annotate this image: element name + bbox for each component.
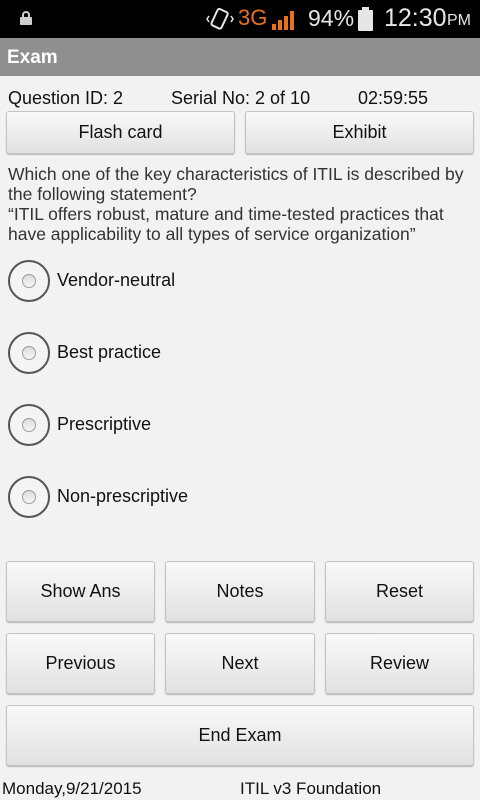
option-vendor-neutral[interactable]: Vendor-neutral [6, 259, 306, 303]
radio-button[interactable] [8, 332, 50, 374]
exhibit-button[interactable]: Exhibit [245, 111, 474, 154]
exam-timer: 02:59:55 [358, 88, 429, 108]
reset-button[interactable]: Reset [325, 561, 474, 622]
review-button[interactable]: Review [325, 633, 474, 694]
notes-button[interactable]: Notes [165, 561, 315, 622]
option-non-prescriptive[interactable]: Non-prescriptive [6, 475, 306, 519]
question-prompt: Which one of the key characteristics of … [8, 164, 464, 204]
option-label: Prescriptive [57, 414, 152, 434]
option-prescriptive[interactable]: Prescriptive [6, 403, 306, 447]
battery-icon [358, 7, 373, 31]
show-answer-button[interactable]: Show Ans [6, 561, 155, 622]
question-statement: “ITIL offers robust, mature and time-tes… [8, 204, 444, 244]
lock-icon [20, 11, 32, 25]
signal-icon [272, 11, 294, 30]
option-label: Best practice [57, 342, 162, 362]
option-best-practice[interactable]: Best practice [6, 331, 306, 375]
option-label: Vendor-neutral [57, 270, 176, 290]
network-type: 3G [238, 5, 268, 30]
footer-date: Monday,9/21/2015 [2, 779, 142, 798]
battery-percent: 94% [308, 5, 355, 31]
end-exam-button[interactable]: End Exam [6, 705, 474, 766]
question-id: Question ID: 2 [8, 88, 124, 108]
app-bar: Exam [0, 38, 480, 76]
clock: 12:30 [384, 4, 447, 32]
option-label: Non-prescriptive [57, 486, 189, 506]
radio-button[interactable] [8, 404, 50, 446]
radio-button[interactable] [8, 260, 50, 302]
vibrate-icon [206, 8, 234, 30]
next-button[interactable]: Next [165, 633, 315, 694]
question-text: Which one of the key characteristics of … [8, 164, 474, 244]
serial-number: Serial No: 2 of 10 [171, 88, 311, 108]
flash-card-button[interactable]: Flash card [6, 111, 235, 154]
clock-ampm: PM [447, 12, 471, 29]
previous-button[interactable]: Previous [6, 633, 155, 694]
footer-course: ITIL v3 Foundation [240, 779, 382, 798]
page-title: Exam [7, 47, 58, 68]
status-bar: 3G 94% 12:30 PM [0, 0, 480, 38]
radio-button[interactable] [8, 476, 50, 518]
